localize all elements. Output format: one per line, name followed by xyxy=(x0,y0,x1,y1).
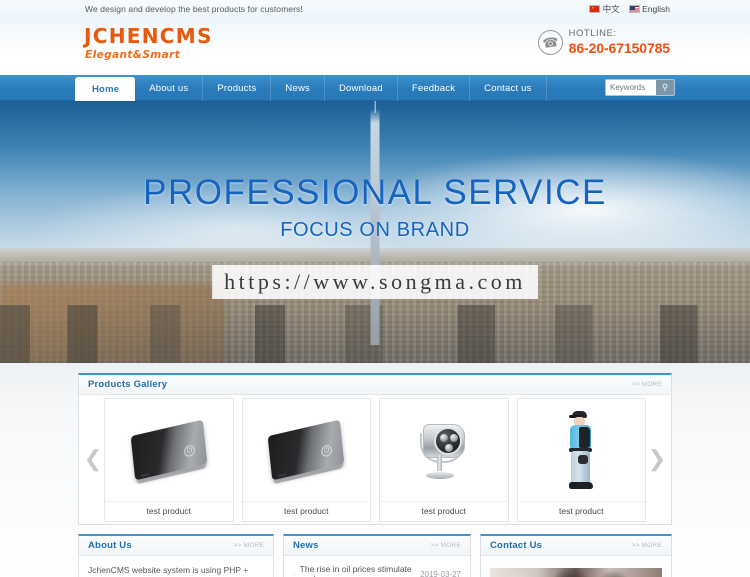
contact-us-body xyxy=(481,556,671,577)
cn-flag-icon xyxy=(589,4,601,13)
news-body: · The rise in oil prices stimulate explo… xyxy=(284,556,470,577)
us-flag-icon xyxy=(628,4,640,13)
products-gallery-title: Products Gallery xyxy=(88,379,168,390)
nav-item-products[interactable]: Products xyxy=(203,75,272,101)
contact-us-more-link[interactable]: >> MORE xyxy=(632,542,662,549)
product-caption: test product xyxy=(380,500,508,521)
products-gallery-carousel: ❮ ⏻ test product ⏻ test product test pro… xyxy=(79,395,671,524)
about-us-body: JchenCMS website system is using PHP + M… xyxy=(79,556,273,577)
site-logo[interactable]: JCHENCMS Elegant&Smart xyxy=(84,24,213,62)
product-card[interactable]: test product xyxy=(379,397,509,522)
language-switcher: 中文 English xyxy=(589,0,670,17)
news-more-link[interactable]: >> MORE xyxy=(431,542,461,549)
nav-item-download[interactable]: Download xyxy=(325,75,398,101)
news-list-item[interactable]: · The rise in oil prices stimulate explo… xyxy=(293,564,461,577)
product-card[interactable]: ⏻ test product xyxy=(241,397,371,522)
product-caption: test product xyxy=(517,500,645,521)
contact-us-panel: Contact Us >> MORE xyxy=(480,534,672,577)
about-us-text: JchenCMS website system is using PHP + M… xyxy=(88,565,249,575)
hotline-block: ☎ HOTLINE: 86-20-67150785 xyxy=(536,28,670,57)
news-panel: News >> MORE · The rise in oil prices st… xyxy=(283,534,471,577)
external-drive-product-image: ⏻ xyxy=(105,399,233,501)
about-us-header: About Us >> MORE xyxy=(79,536,273,556)
logo-tagline: Elegant&Smart xyxy=(85,49,181,61)
top-bar: We design and develop the best products … xyxy=(0,0,750,17)
search-icon[interactable]: ⚲ xyxy=(656,80,674,95)
main-content-area: Products Gallery >> MORE ❮ ⏻ test produc… xyxy=(0,363,750,577)
about-us-panel: About Us >> MORE JchenCMS website system… xyxy=(78,534,274,577)
site-header: JCHENCMS Elegant&Smart ☎ HOTLINE: 86-20-… xyxy=(0,17,750,75)
products-gallery-header: Products Gallery >> MORE xyxy=(79,375,671,395)
gallery-track: ⏻ test product ⏻ test product test produ… xyxy=(104,397,646,522)
phone-icon: ☎ xyxy=(536,28,565,57)
bullet-icon: · xyxy=(293,569,296,577)
news-title: News xyxy=(293,540,319,551)
external-drive-product-image: ⏻ xyxy=(243,399,371,501)
hero-subheadline: FOCUS ON BRAND xyxy=(280,219,470,241)
product-caption: test product xyxy=(105,500,233,521)
news-header: News >> MORE xyxy=(284,536,470,556)
products-gallery-panel: Products Gallery >> MORE ❮ ⏻ test produc… xyxy=(78,373,672,525)
search-input[interactable] xyxy=(606,80,656,95)
news-item-date: 2019-03-27 xyxy=(420,569,461,577)
contact-us-header: Contact Us >> MORE xyxy=(481,536,671,556)
hero-watermark-url: https://www.songma.com xyxy=(212,265,538,299)
main-navigation: Home About us Products News Download Fee… xyxy=(0,75,750,101)
about-us-more-link[interactable]: >> MORE xyxy=(234,542,264,549)
search-box: ⚲ xyxy=(605,79,675,96)
figure-model-product-image xyxy=(518,399,646,501)
news-item-title: The rise in oil prices stimulate explo xyxy=(299,564,412,577)
language-option-english[interactable]: English xyxy=(628,3,670,14)
logo-main-text: JCHENCMS xyxy=(84,24,213,48)
nav-item-contact-us[interactable]: Contact us xyxy=(470,75,547,101)
bottom-panels-row: About Us >> MORE JchenCMS website system… xyxy=(78,534,672,577)
hero-banner: PROFESSIONAL SERVICE FOCUS ON BRAND http… xyxy=(0,101,750,363)
site-slogan: We design and develop the best products … xyxy=(85,3,303,14)
chevron-left-icon[interactable]: ❮ xyxy=(82,447,104,472)
nav-item-feedback[interactable]: Feedback xyxy=(398,75,471,101)
products-gallery-more-link[interactable]: >> MORE xyxy=(632,381,662,388)
chevron-right-icon[interactable]: ❯ xyxy=(646,447,668,472)
language-label-chinese: 中文 xyxy=(602,3,620,14)
hero-headline: PROFESSIONAL SERVICE xyxy=(143,173,607,212)
led-spotlight-product-image xyxy=(380,399,508,501)
hotline-label: HOTLINE: xyxy=(568,28,617,39)
nav-item-about-us[interactable]: About us xyxy=(135,75,204,101)
product-card[interactable]: ⏻ test product xyxy=(104,397,234,522)
nav-item-home[interactable]: Home xyxy=(75,77,136,101)
hotline-number: 86-20-67150785 xyxy=(568,39,670,56)
contact-us-title: Contact Us xyxy=(490,540,543,551)
language-label-english: English xyxy=(642,3,670,14)
product-card[interactable]: test product xyxy=(516,397,646,522)
product-caption: test product xyxy=(242,500,370,521)
about-us-title: About Us xyxy=(88,540,132,551)
language-option-chinese[interactable]: 中文 xyxy=(589,3,620,15)
contact-photo-image xyxy=(490,568,662,577)
nav-item-news[interactable]: News xyxy=(271,75,325,101)
